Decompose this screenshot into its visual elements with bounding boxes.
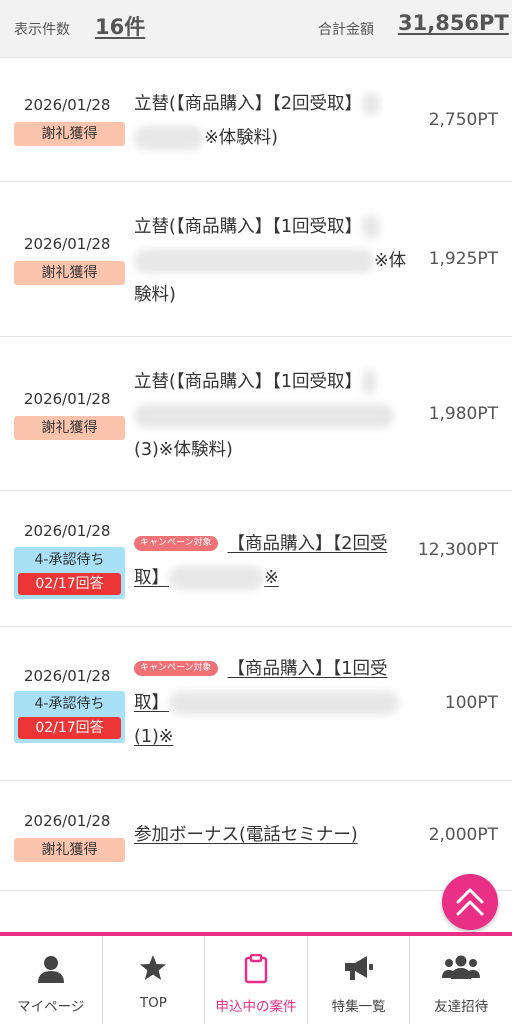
approval-status-label: 4-承認待ち — [34, 696, 105, 712]
total-value: 31,856PT — [398, 11, 509, 35]
star-icon — [139, 954, 167, 986]
person-icon — [37, 954, 65, 988]
redacted-text — [134, 404, 394, 428]
list-item[interactable]: 2026/01/28 4-承認待ち 02/17回答 キャンペーン対象 【商品購入】… — [0, 491, 512, 627]
nav-label: 申込中の案件 — [215, 999, 297, 1015]
entry-points: 2,000PT — [428, 825, 498, 845]
entry-title-link[interactable]: キャンペーン対象 【商品購入】【1回受 取】 (1)※ — [134, 652, 409, 754]
status-badge: 謝礼獲得 — [14, 416, 125, 440]
nav-label: マイページ — [17, 999, 85, 1015]
scroll-to-top-button[interactable] — [442, 874, 498, 930]
nav-label: 特集一覧 — [331, 999, 386, 1015]
entry-date: 2026/01/28 — [24, 812, 111, 830]
redacted-text — [361, 92, 380, 116]
group-icon — [442, 954, 481, 984]
entry-title-link[interactable]: 参加ボーナス(電話セミナー) — [134, 818, 409, 852]
list-item[interactable]: 2026/01/28 謝礼獲得 立替(【商品購入】【1回受取】 (3)※体験料)… — [0, 337, 512, 491]
entry-date: 2026/01/28 — [24, 390, 111, 408]
entry-title: 立替(【商品購入】【2回受取】 ※体験料) — [134, 87, 409, 155]
clipboard-icon — [244, 953, 268, 988]
history-list: 2026/01/28 謝礼獲得 立替(【商品購入】【2回受取】 ※体験料) 2,… — [0, 58, 512, 891]
entry-points: 1,925PT — [428, 249, 498, 269]
nav-item-invite[interactable]: 友達招待 — [410, 936, 512, 1024]
entry-title: 立替(【商品購入】【1回受取】 (3)※体験料) — [134, 365, 409, 467]
bottom-nav: マイページ TOP 申込中の案件 特集一覧 友達招待 — [0, 936, 512, 1024]
megaphone-icon — [343, 954, 375, 986]
total-label: 合計金額 — [318, 22, 374, 38]
count-value: 16件 — [95, 15, 146, 39]
list-item[interactable]: 2026/01/28 謝礼獲得 立替(【商品購入】【2回受取】 ※体験料) 2,… — [0, 58, 512, 182]
nav-label: 友達招待 — [434, 999, 489, 1015]
redacted-text — [361, 215, 380, 239]
approval-status-label: 4-承認待ち — [34, 552, 105, 568]
approval-status: 4-承認待ち 02/17回答 — [14, 547, 125, 599]
entry-points: 2,750PT — [428, 110, 498, 130]
count-label: 表示件数 — [14, 22, 70, 38]
redacted-text — [134, 249, 374, 273]
entry-date: 2026/01/28 — [24, 667, 111, 685]
redacted-text — [134, 126, 204, 150]
approval-status: 4-承認待ち 02/17回答 — [14, 691, 125, 743]
redacted-text — [169, 566, 264, 590]
list-item[interactable]: 2026/01/28 4-承認待ち 02/17回答 キャンペーン対象 【商品購入】… — [0, 627, 512, 781]
list-item[interactable]: 2026/01/28 謝礼獲得 参加ボーナス(電話セミナー) 2,000PT — [0, 781, 512, 891]
entry-points: 100PT — [444, 693, 498, 713]
entry-points: 1,980PT — [428, 404, 498, 424]
nav-label: TOP — [139, 995, 167, 1011]
status-badge: 謝礼獲得 — [14, 838, 125, 862]
answer-date-badge: 02/17回答 — [18, 717, 121, 739]
nav-item-mypage[interactable]: マイページ — [0, 936, 103, 1024]
nav-item-top[interactable]: TOP — [103, 936, 206, 1024]
list-item[interactable]: 2026/01/28 謝礼獲得 立替(【商品購入】【1回受取】 ※体 験料) 1… — [0, 182, 512, 337]
redacted-text — [361, 370, 376, 394]
nav-item-applying[interactable]: 申込中の案件 — [205, 936, 308, 1024]
entry-date: 2026/01/28 — [24, 522, 111, 540]
entry-points: 12,300PT — [417, 540, 498, 560]
double-chevron-up-icon — [456, 888, 484, 916]
entry-date: 2026/01/28 — [24, 235, 111, 253]
status-badge: 謝礼獲得 — [14, 261, 125, 285]
entry-date: 2026/01/28 — [24, 96, 111, 114]
entry-title: 立替(【商品購入】【1回受取】 ※体 験料) — [134, 215, 407, 305]
summary-bar: 表示件数 16件 合計金額 31,856PT — [0, 0, 512, 58]
campaign-badge: キャンペーン対象 — [134, 536, 218, 551]
campaign-badge: キャンペーン対象 — [134, 661, 218, 676]
redacted-text — [169, 691, 399, 715]
status-badge: 謝礼獲得 — [14, 122, 125, 146]
nav-item-features[interactable]: 特集一覧 — [308, 936, 411, 1024]
entry-title-link[interactable]: キャンペーン対象 【商品購入】【2回受 取】 ※ — [134, 527, 409, 595]
answer-date-badge: 02/17回答 — [18, 573, 121, 595]
